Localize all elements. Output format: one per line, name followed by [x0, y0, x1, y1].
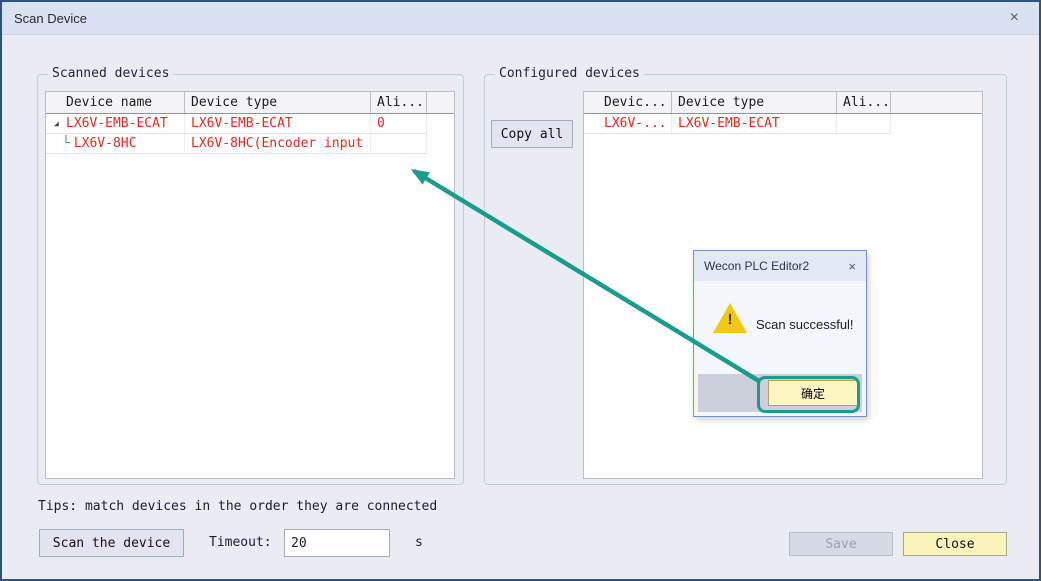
column-header-alias[interactable]: Ali...	[371, 92, 427, 113]
tips-text: Tips: match devices in the order they ar…	[38, 499, 437, 514]
warning-icon-exclamation: !	[727, 311, 733, 328]
ok-button[interactable]: 确定	[768, 380, 858, 406]
device-type: LX6V-8HC(Encoder input mod	[185, 134, 371, 154]
configured-table-header: Devic... Device type Ali...	[584, 92, 982, 114]
save-button[interactable]: Save	[789, 532, 893, 556]
device-name: LX6V-8HC	[74, 136, 137, 151]
table-row[interactable]: └ LX6V-8HC LX6V-8HC(Encoder input mod	[46, 134, 454, 154]
device-alias: 0	[371, 114, 427, 134]
scanned-devices-groupbox: Scanned devices Device name Device type …	[37, 74, 464, 485]
scanned-devices-table[interactable]: Device name Device type Ali... ◢ LX6V-EM…	[45, 91, 455, 479]
scanned-table-header: Device name Device type Ali...	[46, 92, 454, 114]
timeout-input[interactable]	[284, 529, 390, 557]
device-alias	[837, 114, 891, 134]
message-box-titlebar: Wecon PLC Editor2 ×	[694, 251, 866, 281]
message-box-footer: 确定	[698, 374, 862, 412]
timeout-label: Timeout:	[209, 535, 272, 550]
table-row[interactable]: ◢ LX6V-EMB-ECAT LX6V-EMB-ECAT 0	[46, 114, 454, 134]
message-box-close-icon[interactable]: ×	[848, 260, 856, 273]
message-box-body: ! Scan successful!	[694, 281, 866, 374]
column-header-device-type[interactable]: Device type	[185, 92, 371, 113]
tree-expanded-icon[interactable]: ◢	[54, 119, 66, 128]
close-button[interactable]: Close	[903, 532, 1007, 556]
copy-all-button[interactable]: Copy all	[491, 120, 573, 148]
column-header-device-name[interactable]: Device name	[46, 92, 185, 113]
message-box-title: Wecon PLC Editor2	[704, 259, 809, 273]
configured-devices-legend: Configured devices	[495, 66, 644, 81]
timeout-unit-label: s	[415, 535, 423, 550]
dialog-titlebar: Scan Device ×	[2, 2, 1039, 35]
column-header-alias[interactable]: Ali...	[837, 92, 891, 113]
device-alias	[371, 134, 427, 154]
column-header-device-name[interactable]: Devic...	[584, 92, 672, 113]
device-type: LX6V-EMB-ECAT	[185, 114, 371, 134]
device-name: LX6V-EMB-ECAT	[66, 116, 168, 131]
device-name: LX6V-...	[584, 114, 672, 134]
column-header-device-type[interactable]: Device type	[672, 92, 837, 113]
scan-device-button[interactable]: Scan the device	[39, 529, 184, 557]
message-box: Wecon PLC Editor2 × ! Scan successful! 确…	[693, 250, 867, 417]
dialog-title: Scan Device	[14, 11, 87, 26]
message-text: Scan successful!	[756, 317, 854, 332]
table-row[interactable]: LX6V-... LX6V-EMB-ECAT	[584, 114, 982, 134]
close-icon[interactable]: ×	[1002, 10, 1027, 26]
scanned-devices-legend: Scanned devices	[48, 66, 173, 81]
scan-device-dialog: Scan Device × Scanned devices Device nam…	[0, 0, 1041, 581]
tree-branch-icon: └	[62, 136, 70, 151]
device-type: LX6V-EMB-ECAT	[672, 114, 837, 134]
